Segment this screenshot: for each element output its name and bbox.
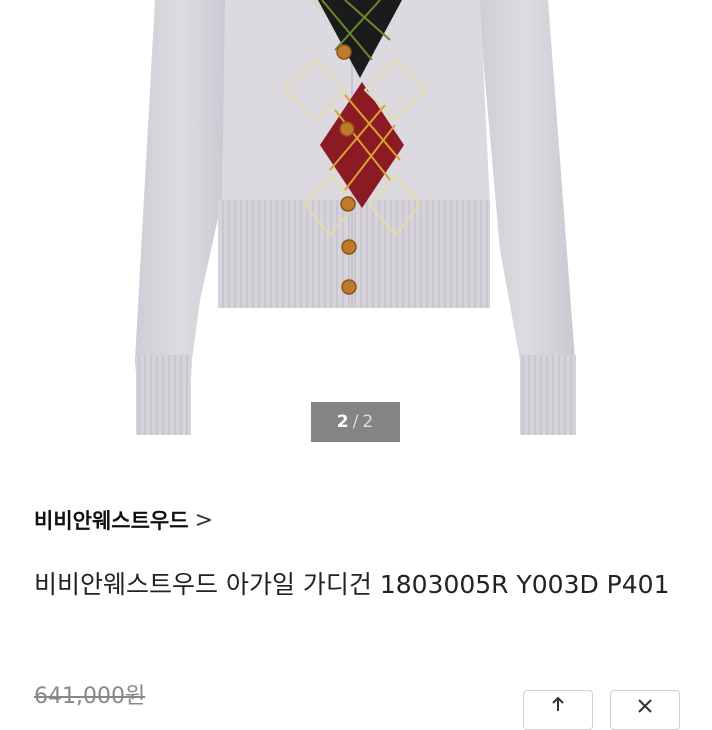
product-image-gallery[interactable]: 2 / 2: [0, 0, 712, 470]
page-separator: /: [352, 412, 360, 432]
brand-link[interactable]: 비비안웨스트우드 >: [34, 503, 213, 537]
chevron-right-icon: >: [194, 507, 213, 533]
brand-name: 비비안웨스트우드: [34, 509, 189, 533]
close-icon: [638, 699, 652, 713]
current-page: 2: [336, 412, 350, 432]
total-pages: 2: [362, 412, 375, 432]
share-icon: [552, 696, 564, 711]
share-button[interactable]: [523, 690, 593, 730]
product-photo: [135, 0, 576, 435]
close-button[interactable]: [610, 690, 680, 730]
original-price: 641,000원: [34, 684, 146, 709]
product-title: 비비안웨스트우드 아가일 가디건 1803005R Y003D P401: [34, 570, 670, 599]
image-page-indicator: 2 / 2: [311, 402, 400, 442]
